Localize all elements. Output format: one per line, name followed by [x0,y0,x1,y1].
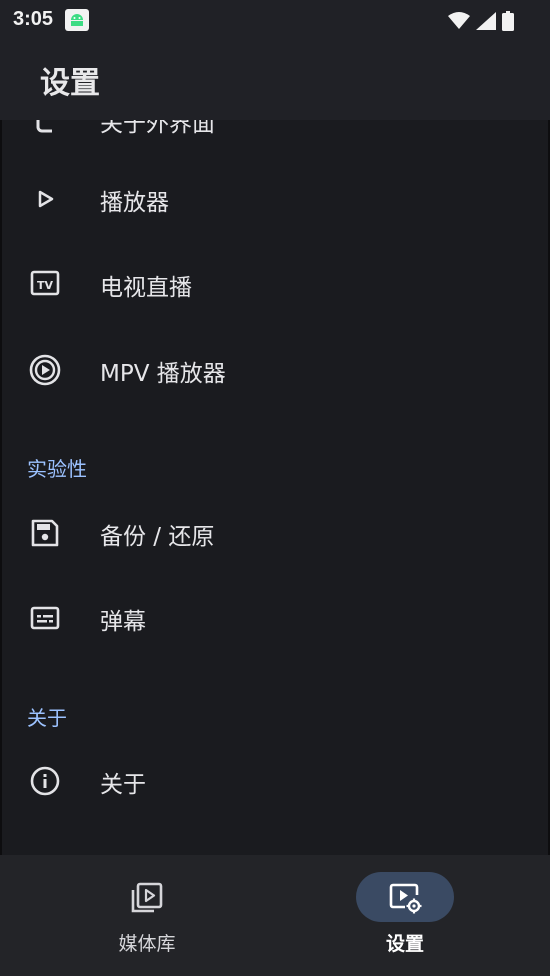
settings-item-label: 播放器 [100,190,169,216]
nav-label: 设置 [385,933,424,955]
bottom-navigation: 媒体库 设置 [0,855,550,976]
play-icon [28,182,62,216]
battery-icon [502,11,514,31]
settings-item-about[interactable]: 关于 [0,738,550,824]
status-time: 3:05 [13,8,54,30]
settings-list[interactable]: 关于外界面 播放器 TV 电视直播 MPV 播放器 实验性 备份 / 还原 弹幕… [0,120,550,855]
settings-item-mpv[interactable]: MPV 播放器 [0,327,550,413]
settings-item-label: 备份 / 还原 [100,524,215,550]
info-icon [28,764,62,798]
customize-icon [28,120,62,137]
cellular-signal-icon [476,12,496,30]
page-title: 设置 [40,66,100,101]
svg-text:TV: TV [37,279,54,292]
settings-item-label: 关于外界面 [100,120,215,137]
settings-item-danmaku[interactable]: 弹幕 [0,575,550,661]
nav-item-library[interactable]: 媒体库 [47,855,247,976]
settings-item-label: 电视直播 [100,275,192,301]
nav-item-settings[interactable]: 设置 [305,855,505,976]
subtitles-icon [28,601,62,635]
status-bar: 3:05 [0,0,550,42]
status-icons [448,9,514,33]
settings-item-label: 弹幕 [100,609,146,635]
settings-item-live-tv[interactable]: TV 电视直播 [0,241,550,327]
settings-item-player[interactable]: 播放器 [0,156,550,242]
save-icon [28,516,62,550]
settings-item-label: MPV 播放器 [100,361,226,387]
library-icon [131,882,163,913]
tv-icon: TV [28,267,62,301]
mpv-icon [28,353,62,387]
nav-label: 媒体库 [118,933,176,955]
settings-item-label: 关于 [100,772,146,798]
section-header-experimental: 实验性 [27,457,87,481]
section-header-about: 关于 [27,706,67,730]
android-app-icon [65,9,89,31]
wifi-icon [448,12,470,29]
settings-video-icon [389,883,422,914]
settings-item-backup-restore[interactable]: 备份 / 还原 [0,490,550,576]
